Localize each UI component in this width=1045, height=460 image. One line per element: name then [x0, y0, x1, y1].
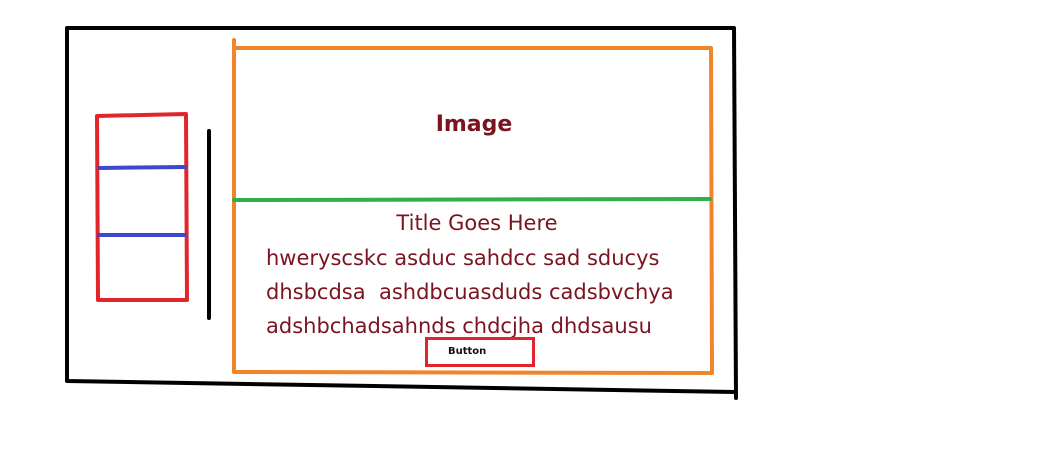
card-title: Title Goes Here [396, 211, 558, 235]
image-placeholder-label: Image [435, 112, 513, 137]
sidebar-divider-1 [97, 165, 187, 170]
card-body-text: hweryscskc asduc sahdcc sad sducys dhsbc… [266, 241, 710, 343]
sidebar-nav-outline [95, 112, 189, 302]
card-body-line: hweryscskc asduc sahdcc sad sducys [266, 246, 660, 270]
image-divider [232, 197, 712, 202]
card-body-line: dhsbcdsa ashdbcuasduds cadsbvchya [266, 280, 674, 304]
card-action-button[interactable]: Button [425, 337, 535, 367]
